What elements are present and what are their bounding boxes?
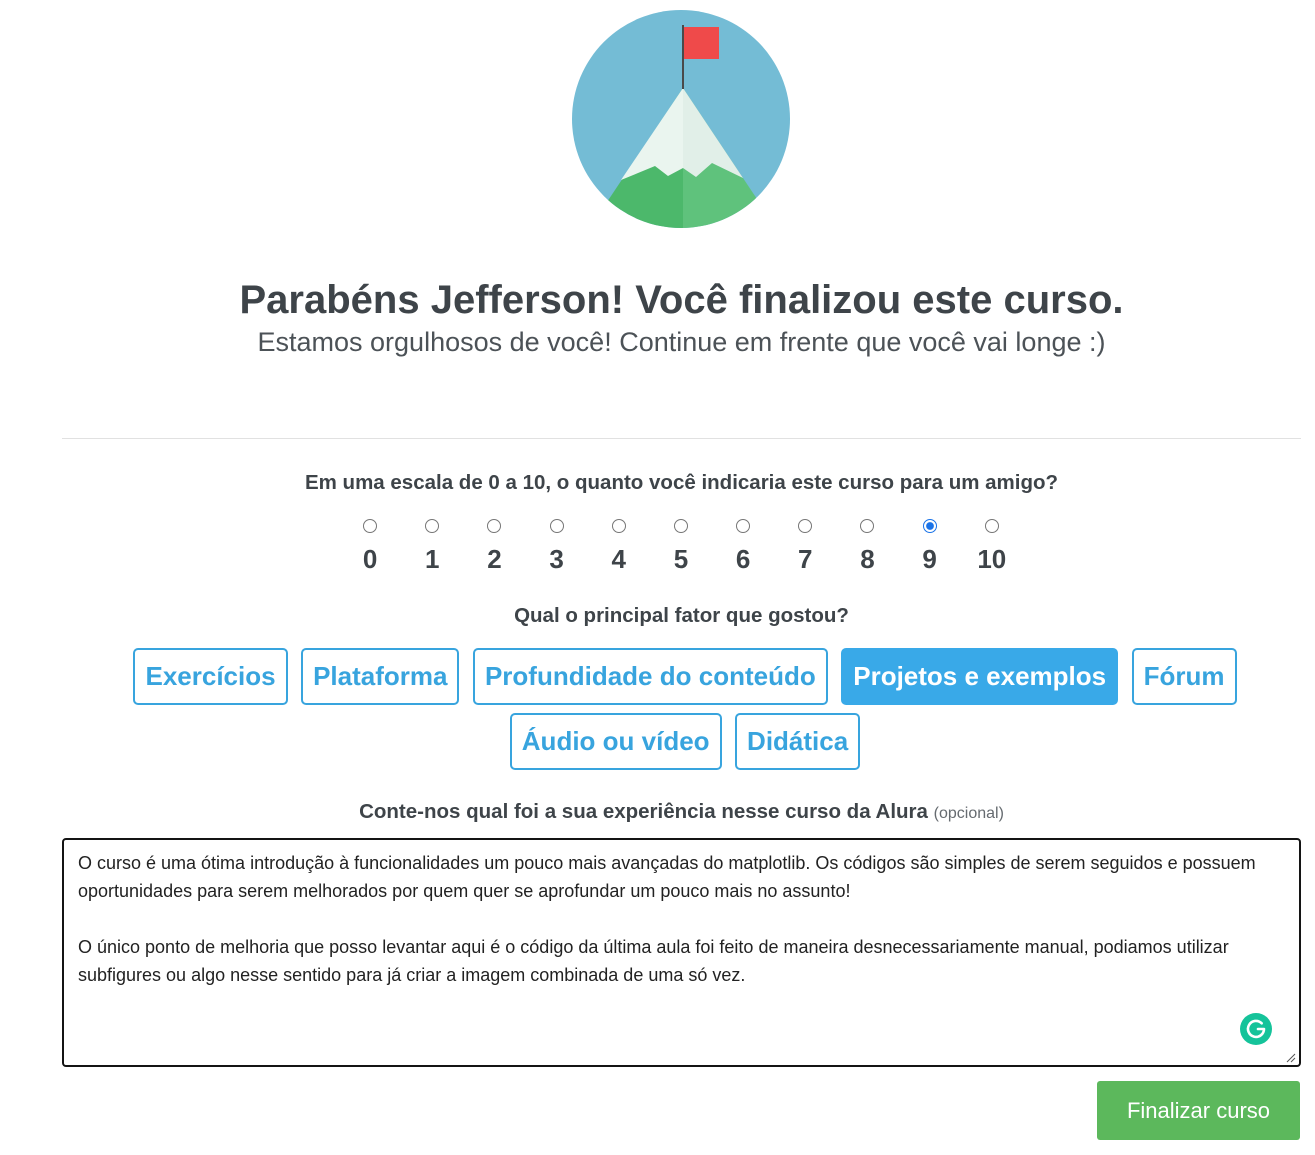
nps-label-3: 3 (549, 544, 564, 574)
section-divider (62, 438, 1301, 439)
nps-option-0[interactable]: 0 (339, 519, 401, 574)
factor-button-exercicios[interactable]: Exercícios (133, 648, 288, 705)
nps-option-1[interactable]: 1 (401, 519, 463, 574)
nps-option-4[interactable]: 4 (588, 519, 650, 574)
nps-radio-4[interactable] (611, 519, 626, 533)
grammarly-icon[interactable] (1240, 1013, 1272, 1045)
nps-option-10[interactable]: 10 (961, 519, 1023, 574)
nps-option-5[interactable]: 5 (650, 519, 712, 574)
mountain-flag-icon (572, 10, 790, 228)
nps-label-2: 2 (487, 544, 502, 574)
factor-button-audio-video[interactable]: Áudio ou vídeo (509, 713, 722, 770)
nps-radio-2[interactable] (487, 519, 502, 533)
nps-radio-9[interactable] (922, 519, 937, 533)
nps-scale: 0 1 2 3 4 5 6 7 8 9 10 (339, 519, 1023, 574)
nps-radio-7[interactable] (798, 519, 813, 533)
optional-hint: (opcional) (933, 805, 1004, 822)
nps-label-1: 1 (425, 544, 440, 574)
nps-option-2[interactable]: 2 (463, 519, 525, 574)
nps-label-7: 7 (798, 544, 813, 574)
nps-label-5: 5 (673, 544, 689, 574)
nps-option-6[interactable]: 6 (712, 519, 774, 574)
nps-option-8[interactable]: 8 (836, 519, 898, 574)
nps-option-7[interactable]: 7 (774, 519, 836, 574)
nps-label-8: 8 (860, 544, 875, 574)
resize-handle-icon[interactable] (1284, 1051, 1296, 1063)
feedback-textarea[interactable]: O curso é uma ótima introdução à funcion… (62, 838, 1301, 1067)
factor-button-didatica[interactable]: Didática (735, 713, 861, 770)
nps-radio-8[interactable] (860, 519, 875, 533)
nps-label-6: 6 (735, 544, 751, 574)
nps-label-10: 10 (977, 544, 1007, 574)
factor-button-forum[interactable]: Fórum (1131, 648, 1237, 705)
factor-options-row: Exercícios Plataforma Profundidade do co… (85, 648, 1285, 705)
flag (684, 27, 719, 59)
page-subtitle: Estamos orgulhosos de você! Continue em … (257, 327, 1106, 357)
nps-radio-3[interactable] (549, 519, 564, 533)
factor-button-profundidade[interactable]: Profundidade do conteúdo (472, 648, 828, 705)
factor-options-row: Áudio ou vídeo Didática (85, 713, 1285, 770)
feedback-label-text: Conte-nos qual foi a sua experiência nes… (359, 800, 928, 823)
nps-label-9: 9 (922, 544, 937, 574)
factor-question: Qual o principal fator que gostou? (514, 604, 849, 627)
nps-option-9[interactable]: 9 (899, 519, 961, 574)
finish-course-button[interactable]: Finalizar curso (1097, 1081, 1300, 1140)
nps-label-4: 4 (611, 544, 626, 574)
nps-radio-6[interactable] (736, 519, 751, 533)
nps-question: Em uma escala de 0 a 10, o quanto você i… (304, 471, 1059, 494)
factor-button-projetos[interactable]: Projetos e exemplos (841, 648, 1119, 705)
factor-button-plataforma[interactable]: Plataforma (301, 648, 460, 705)
nps-option-3[interactable]: 3 (526, 519, 588, 574)
nps-label-0: 0 (362, 544, 378, 574)
nps-radio-1[interactable] (425, 519, 440, 533)
feedback-label: Conte-nos qual foi a sua experiência nes… (62, 800, 1301, 826)
nps-radio-0[interactable] (363, 519, 378, 533)
nps-radio-10[interactable] (984, 519, 999, 533)
nps-radio-5[interactable] (673, 519, 688, 533)
page-title: Parabéns Jefferson! Você finalizou este … (239, 278, 1124, 322)
feedback-field: O curso é uma ótima introdução à funcion… (62, 838, 1301, 1067)
